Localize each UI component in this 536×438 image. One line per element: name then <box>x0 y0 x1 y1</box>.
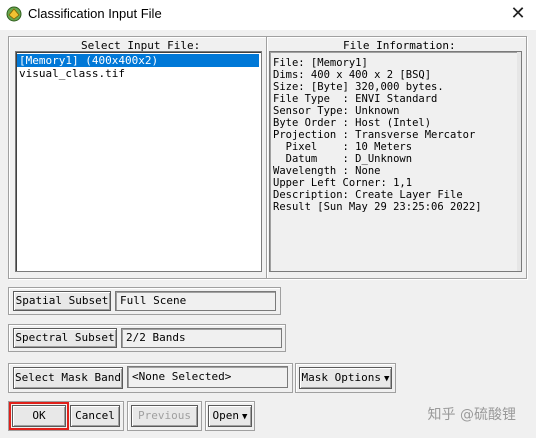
open-label: Open <box>212 409 240 422</box>
title-bar: Classification Input File ✕ <box>0 0 536 30</box>
ok-highlight-annotation <box>9 402 69 430</box>
info-line: Description: Create Layer File <box>273 189 463 201</box>
open-button[interactable]: Open ▼ <box>208 405 252 427</box>
info-scrollbar[interactable] <box>517 52 521 271</box>
spectral-subset-button[interactable]: Spectral Subset <box>13 328 117 348</box>
info-line: Projection : Transverse Mercator <box>273 129 476 141</box>
envi-app-icon <box>6 6 22 22</box>
info-line: Size: [Byte] 320,000 bytes. <box>273 81 444 93</box>
mask-options-button[interactable]: Mask Options ▼ <box>299 367 392 389</box>
info-line: File: [Memory1] <box>273 57 368 69</box>
spatial-subset-value: Full Scene <box>115 291 276 311</box>
classification-input-dialog: Classification Input File ✕ Select Input… <box>0 0 536 438</box>
info-line: Upper Left Corner: 1,1 <box>273 177 413 189</box>
previous-button[interactable]: Previous <box>131 405 198 427</box>
list-item-visual-class[interactable]: visual_class.tif <box>17 67 125 80</box>
info-line: Wavelength : None <box>273 165 381 177</box>
info-line: Result [Sun May 29 23:25:06 2022] <box>273 201 482 213</box>
watermark: 知乎 @硫酸锂 <box>427 407 516 423</box>
cancel-button[interactable]: Cancel <box>70 405 120 427</box>
info-line: Datum : D_Unknown <box>273 153 413 165</box>
info-line: Sensor Type: Unknown <box>273 105 400 117</box>
select-mask-band-button[interactable]: Select Mask Band <box>13 367 123 389</box>
spectral-subset-value: 2/2 Bands <box>121 328 282 348</box>
info-line: Byte Order : Host (Intel) <box>273 117 432 129</box>
mask-options-label: Mask Options <box>301 371 382 384</box>
info-line: Dims: 400 x 400 x 2 [BSQ] <box>273 69 432 81</box>
list-item-memory1[interactable]: [Memory1] (400x400x2) <box>17 54 259 67</box>
spatial-subset-button[interactable]: Spatial Subset <box>13 291 111 311</box>
info-line: File Type : ENVI Standard <box>273 93 438 105</box>
input-file-list[interactable]: [Memory1] (400x400x2) visual_class.tif <box>15 51 262 272</box>
file-information-text: File: [Memory1] Dims: 400 x 400 x 2 [BSQ… <box>269 51 522 272</box>
close-icon[interactable]: ✕ <box>500 0 536 30</box>
window-title: Classification Input File <box>28 6 162 21</box>
mask-band-value: <None Selected> <box>127 366 288 388</box>
dropdown-arrow-icon: ▼ <box>384 374 390 384</box>
dropdown-arrow-icon: ▼ <box>242 412 248 422</box>
info-line: Pixel : 10 Meters <box>273 141 413 153</box>
